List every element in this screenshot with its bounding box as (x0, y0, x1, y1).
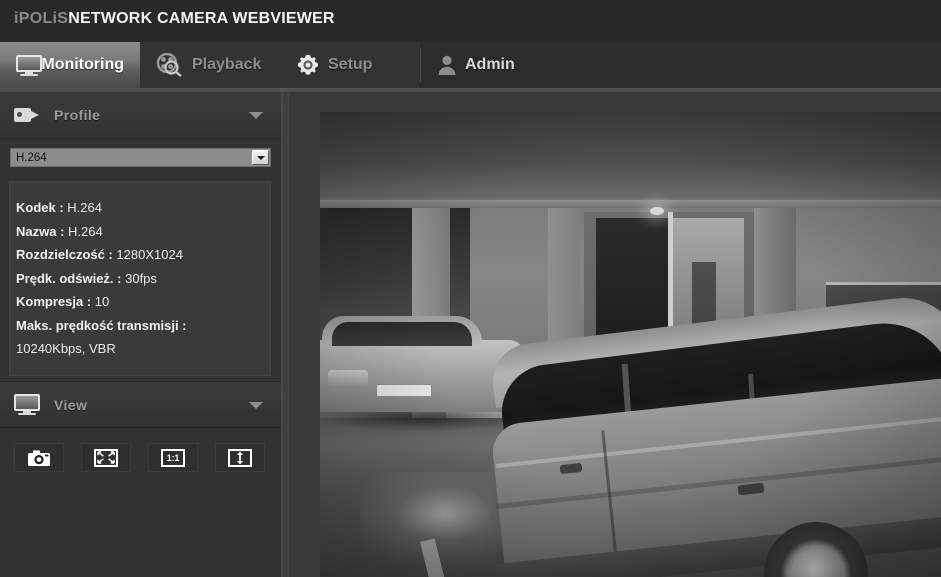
view-panel-header[interactable]: View (0, 381, 281, 428)
info-value-nazwa: H.264 (68, 223, 103, 239)
chevron-down-icon[interactable] (249, 402, 263, 409)
info-row-kodek: Kodek : H.264 (16, 196, 270, 220)
fullscreen-icon (94, 448, 118, 467)
info-value-kompresja: 10 (94, 294, 110, 309)
product-logo: iPOLiSNETWORK CAMERA WEBVIEWER (14, 10, 335, 28)
left-sidebar: Profile H.264 Kodek : H.264 Nazwa : H.26… (0, 92, 281, 577)
title-bar: iPOLiSNETWORK CAMERA WEBVIEWER (0, 0, 941, 42)
profile-info-box: Kodek : H.264 Nazwa : H.264 Rozdzielczoś… (9, 181, 271, 376)
info-label-rozdzielczosc: Rozdzielczość : (16, 247, 113, 262)
monitor-icon (16, 54, 42, 76)
info-row-maks-predkosc-transmisji: Maks. prędkość transmisji : (16, 314, 270, 338)
info-label-maks-predkosc-transmisji: Maks. prędkość transmisji : (16, 317, 187, 333)
fit-to-screen-button[interactable] (215, 443, 265, 472)
info-value-predkosc-odswiezania: 30fps (125, 270, 157, 286)
tab-monitoring-label: Monitoring (41, 56, 124, 73)
info-row-bitrate-value: 10240Kbps, VBR (16, 337, 270, 361)
one-to-one-icon: 1:1 (161, 448, 185, 467)
product-title: NETWORK CAMERA WEBVIEWER (68, 10, 335, 27)
monitor-icon (14, 394, 40, 415)
live-video-stream[interactable] (320, 112, 941, 577)
gear-icon (296, 53, 320, 77)
camera-icon (27, 449, 51, 467)
snapshot-button[interactable] (14, 443, 64, 472)
tab-monitoring[interactable]: Monitoring (0, 42, 140, 88)
info-label-nazwa: Nazwa : (16, 223, 65, 239)
profile-panel-title: Profile (54, 107, 101, 123)
profile-select-arrow-button[interactable] (252, 150, 269, 165)
fullscreen-button[interactable] (81, 443, 131, 472)
chevron-down-icon[interactable] (249, 112, 263, 119)
tab-admin[interactable]: Admin (421, 42, 561, 88)
actual-size-label: 1:1 (166, 452, 180, 463)
tab-playback[interactable]: Playback (140, 42, 280, 88)
profile-info-wrap: Kodek : H.264 Nazwa : H.264 Rozdzielczoś… (0, 181, 281, 381)
tab-setup-label: Setup (328, 56, 373, 73)
info-row-predkosc-odswiezania: Prędk. odśwież. : 30fps (16, 267, 270, 291)
sidebar-resize-handle[interactable] (281, 92, 289, 577)
brand-name: iPOLiS (14, 10, 69, 27)
info-label-kompresja: Kompresja : (16, 294, 92, 309)
profile-panel-header[interactable]: Profile (0, 92, 281, 139)
view-button-bar: 1:1 (0, 428, 281, 498)
info-value-rozdzielczosc: 1280X1024 (116, 247, 183, 262)
info-value-bitrate: 10240Kbps, VBR (16, 341, 116, 356)
tab-admin-label: Admin (465, 56, 515, 73)
fit-to-screen-icon (228, 448, 252, 467)
info-label-predkosc-odswiezania: Prędk. odśwież. : (16, 270, 122, 286)
main-tab-bar: Monitoring Playback Setup Admin (0, 42, 941, 88)
tab-playback-label: Playback (192, 56, 262, 73)
profile-select[interactable]: H.264 (10, 148, 271, 167)
profile-select-row: H.264 (0, 139, 281, 181)
profile-select-value: H.264 (16, 151, 47, 164)
camcorder-icon (14, 105, 40, 126)
info-row-rozdzielczosc: Rozdzielczość : 1280X1024 (16, 243, 270, 267)
scene-vignette (320, 112, 941, 577)
user-icon (437, 54, 457, 76)
video-panel (289, 92, 941, 577)
view-panel-title: View (54, 396, 88, 413)
info-value-kodek: H.264 (67, 200, 102, 215)
webviewer-app: iPOLiSNETWORK CAMERA WEBVIEWER Monitorin… (0, 0, 941, 577)
actual-size-button[interactable]: 1:1 (148, 443, 198, 472)
film-reel-search-icon (156, 52, 184, 77)
tab-setup[interactable]: Setup (280, 42, 420, 88)
info-row-kompresja: Kompresja : 10 (16, 290, 270, 314)
info-row-nazwa: Nazwa : H.264 (16, 220, 270, 244)
info-label-kodek: Kodek : (16, 200, 64, 215)
